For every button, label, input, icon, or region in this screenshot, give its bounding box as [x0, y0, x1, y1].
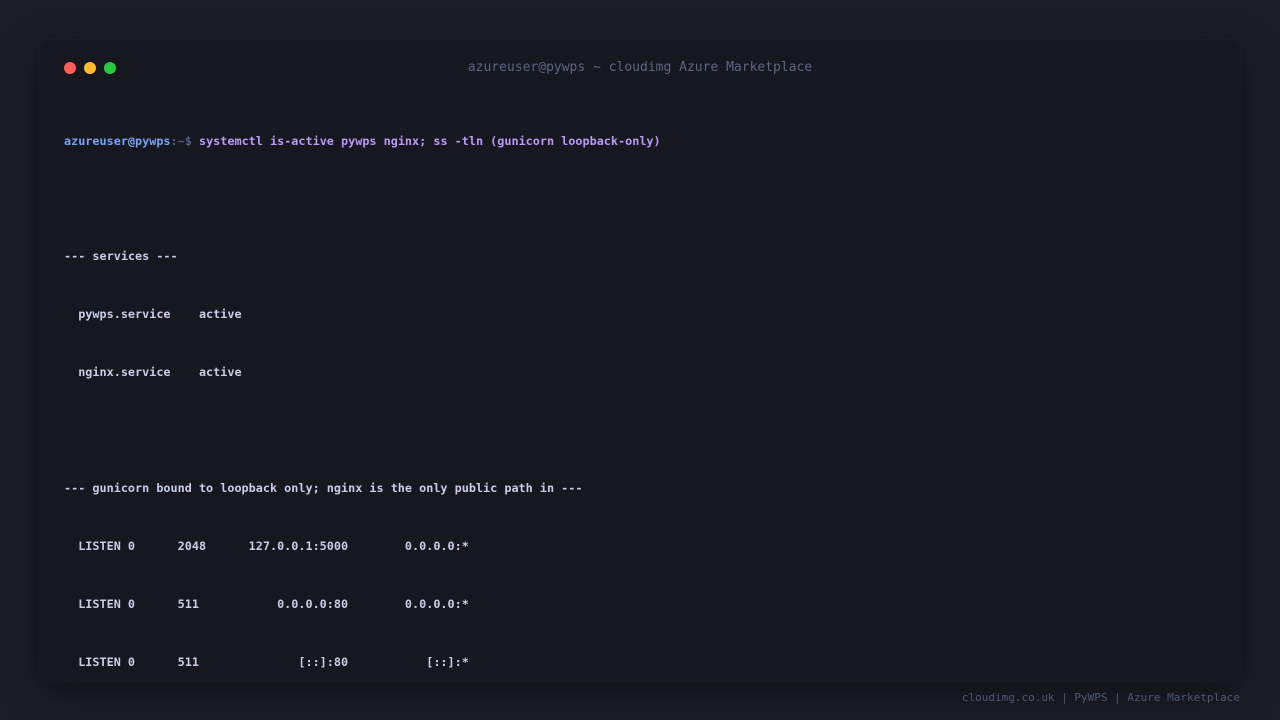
- listen-row: LISTEN 0 511 [::]:80 [::]:*: [64, 654, 469, 669]
- service-row: nginx.service active: [64, 365, 242, 380]
- listen-header: --- gunicorn bound to loopback only; ngi…: [64, 480, 583, 495]
- services-header: --- services ---: [64, 249, 178, 264]
- service-row: pywps.service active: [64, 307, 242, 322]
- window-title: azureuser@pywps ~ cloudimg Azure Marketp…: [467, 60, 813, 75]
- terminal-window: azureuser@pywps ~ cloudimg Azure Marketp…: [40, 40, 1240, 682]
- listen-row: LISTEN 0 2048 127.0.0.1:5000 0.0.0.0:*: [64, 538, 469, 553]
- command-line: azureuser@pywps:~$ systemctl is-active p…: [64, 132, 1214, 151]
- prompt-path: :~$: [170, 133, 199, 148]
- prompt-user: azureuser@pywps: [64, 133, 171, 148]
- terminal-output[interactable]: azureuser@pywps:~$ systemctl is-active p…: [64, 93, 1214, 711]
- footer-credit: cloudimg.co.uk | PyWPS | Azure Marketpla…: [961, 691, 1240, 704]
- listen-row: LISTEN 0 511 0.0.0.0:80 0.0.0.0:*: [64, 596, 469, 611]
- title-bar: azureuser@pywps ~ cloudimg Azure Marketp…: [40, 40, 1240, 96]
- command-text: systemctl is-active pywps nginx; ss -tln…: [198, 133, 661, 148]
